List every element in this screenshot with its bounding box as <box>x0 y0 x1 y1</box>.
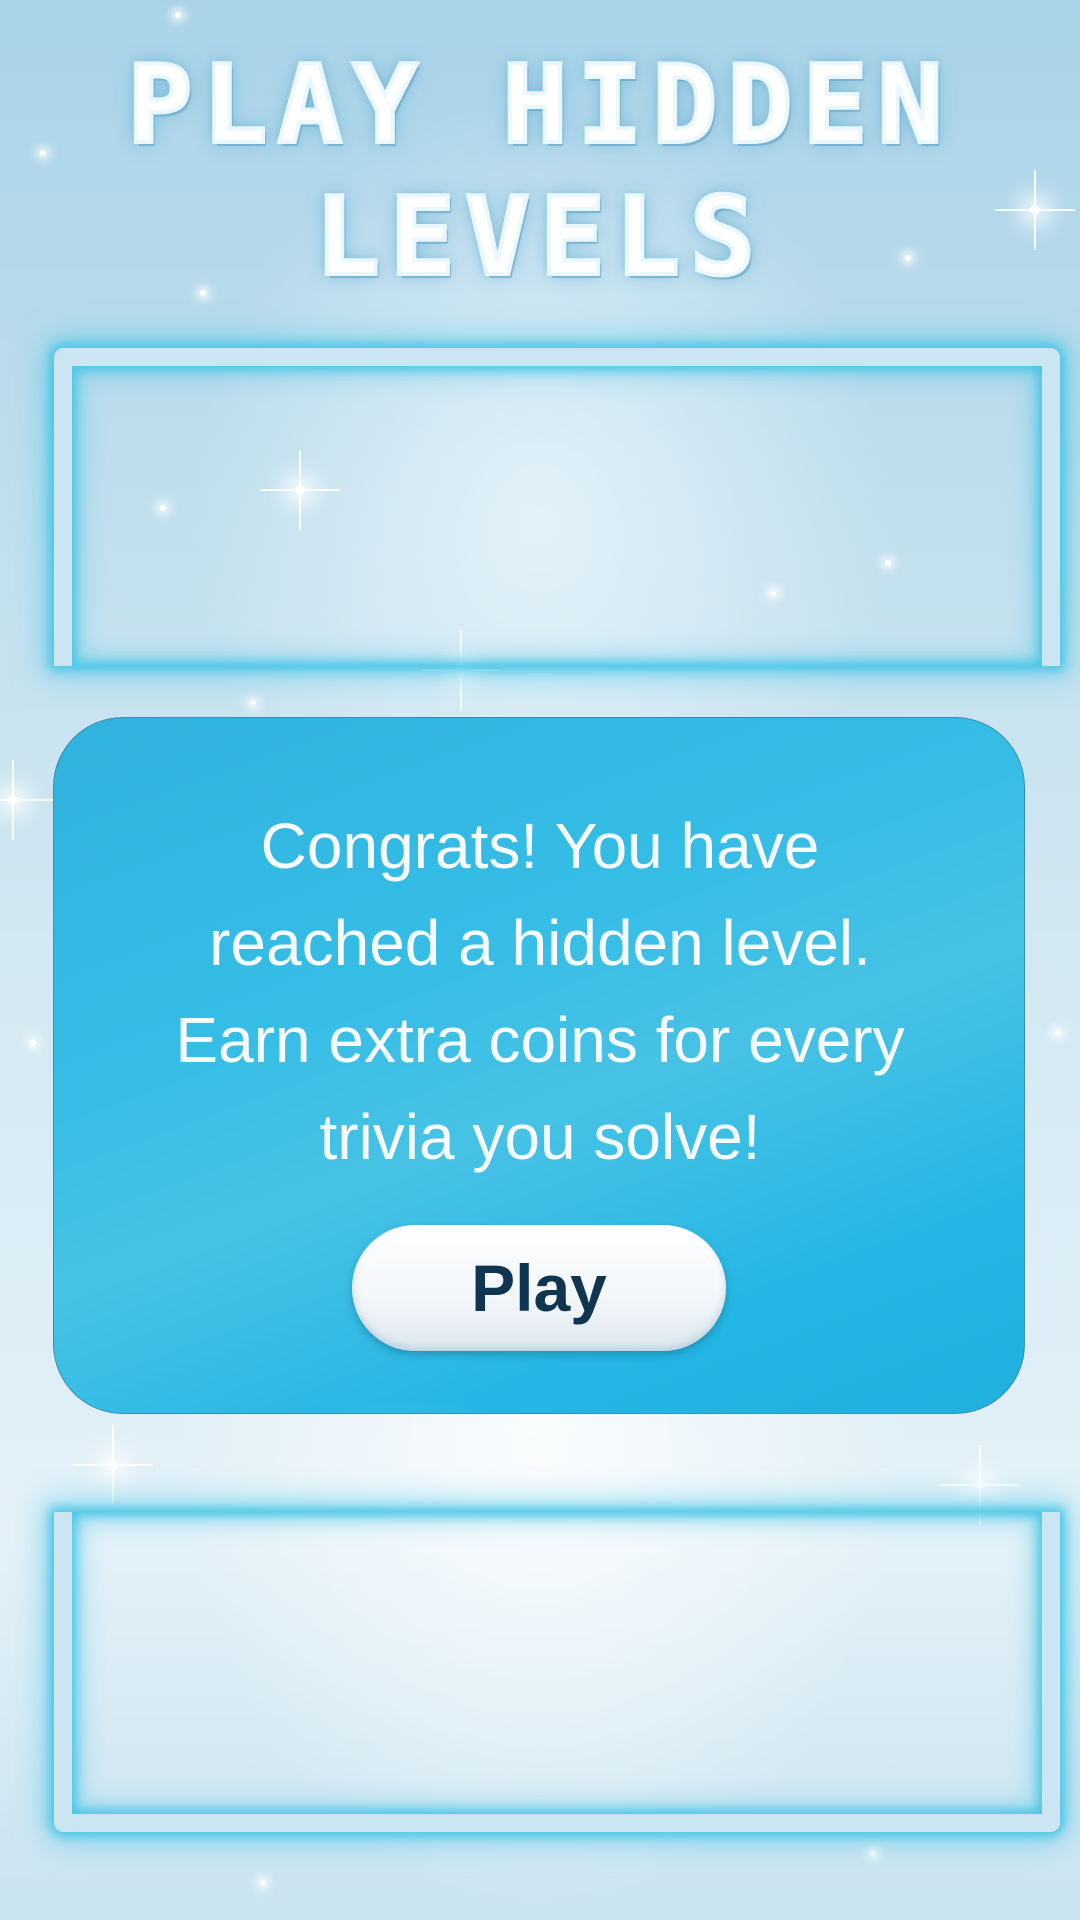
sparkle <box>456 665 466 675</box>
sparkle <box>260 1880 266 1886</box>
sparkle <box>1055 1030 1061 1036</box>
sparkle <box>108 1460 118 1470</box>
congrats-message: Congrats! You have reached a hidden leve… <box>175 810 905 1173</box>
sparkle <box>8 795 18 805</box>
sparkle <box>250 700 256 706</box>
sparkle <box>30 1040 36 1046</box>
frame-bottom-bracket <box>54 1512 1060 1832</box>
sparkle <box>975 1480 985 1490</box>
sparkle <box>870 1850 876 1856</box>
frame-top-bracket <box>54 348 1060 666</box>
sparkle <box>175 12 181 18</box>
play-button[interactable]: Play <box>352 1225 726 1351</box>
page-title: PLAY HIDDEN LEVELS <box>125 41 953 302</box>
sparkle <box>540 1455 546 1461</box>
hidden-level-card: Congrats! You have reached a hidden leve… <box>53 717 1025 1414</box>
